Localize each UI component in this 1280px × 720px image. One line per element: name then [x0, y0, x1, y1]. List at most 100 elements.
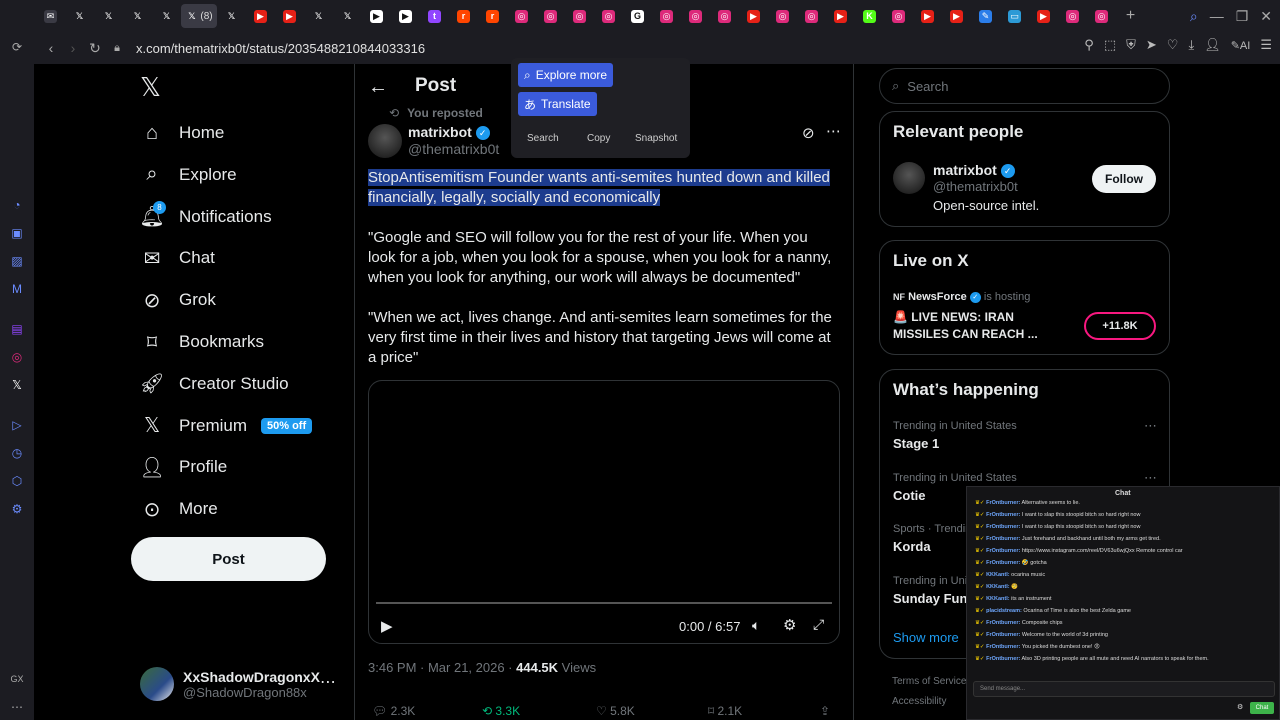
browser-tab[interactable]: ◎	[652, 4, 681, 28]
browser-tab[interactable]: t	[420, 4, 449, 28]
chat-settings-icon[interactable]: ⚙	[1237, 703, 1243, 711]
search-input[interactable]: Search	[907, 79, 948, 94]
chat-user[interactable]: FrOntburner:	[986, 644, 1020, 650]
translate-button[interactable]: あ Translate	[518, 92, 597, 116]
nav-item-bookmarks[interactable]: ⌑ Bookmarks	[140, 327, 264, 357]
account-switcher[interactable]: XxShadowDragonxX @ShadowDragon88x ⋯	[140, 664, 380, 704]
instagram-icon[interactable]: ◎	[8, 348, 26, 366]
chat-user[interactable]: FrOntburner:	[986, 620, 1020, 626]
browser-tab[interactable]: 𝕏	[333, 4, 362, 28]
m-app-icon[interactable]: M	[8, 280, 26, 298]
browser-tab[interactable]: 𝕏	[123, 4, 152, 28]
popup-copy-button[interactable]: Copy	[587, 133, 610, 144]
post-more-icon[interactable]: ⋯	[826, 122, 841, 140]
reload-icon[interactable]: ⟳	[8, 38, 26, 56]
nav-item-chat[interactable]: ✉ Chat	[140, 243, 215, 273]
nav-item-profile[interactable]: 👤︎ Profile	[139, 452, 227, 482]
new-tab-icon[interactable]: +	[1116, 4, 1145, 28]
author-handle[interactable]: @thematrixb0t	[408, 141, 499, 157]
post-button[interactable]: Post	[131, 537, 326, 581]
bookmark-button[interactable]: ⌑ 2.1K	[708, 704, 742, 718]
browser-tab[interactable]: 𝕏	[94, 4, 123, 28]
repost-button[interactable]: ⟲ 3.3K	[482, 704, 520, 718]
restore-icon[interactable]: ❐	[1236, 8, 1249, 25]
browser-tab[interactable]: ▶	[362, 4, 391, 28]
ai-icon[interactable]: ✎AI	[1231, 39, 1251, 52]
browser-tab[interactable]: ◎	[594, 4, 623, 28]
account-more-icon[interactable]: ⋯	[320, 672, 336, 692]
video-progress-bar[interactable]	[376, 602, 832, 604]
browser-tab[interactable]: G	[623, 4, 652, 28]
browser-tab[interactable]: r	[478, 4, 507, 28]
browser-tab[interactable]: 𝕏	[152, 4, 181, 28]
footer-accessibility-link[interactable]: Accessibility	[892, 696, 946, 707]
browser-tab[interactable]: ◎	[797, 4, 826, 28]
popup-search-button[interactable]: Search	[527, 133, 559, 144]
browser-tab[interactable]: ◎	[710, 4, 739, 28]
follow-button[interactable]: Follow	[1092, 165, 1156, 193]
chat-user[interactable]: FrOntburner:	[986, 656, 1020, 662]
reply-button[interactable]: 💬︎ 2.3K	[372, 704, 415, 718]
more-dots-icon[interactable]: ⋯	[8, 698, 26, 716]
browser-tab[interactable]: ◎	[681, 4, 710, 28]
minimize-icon[interactable]: —	[1210, 8, 1224, 24]
chat-user[interactable]: FrOntburner:	[986, 548, 1020, 554]
browser-tab[interactable]: ▶	[826, 4, 855, 28]
nav-item-premium[interactable]: 𝕏 Premium 50% off	[140, 411, 313, 441]
browser-tab[interactable]: ▶	[739, 4, 768, 28]
close-window-icon[interactable]: ✕	[1260, 8, 1272, 25]
chat-user[interactable]: KKKantl:	[986, 596, 1010, 602]
url-field[interactable]: x.com/thematrixb0t/status/20354882108440…	[136, 41, 425, 56]
reload-page-icon[interactable]: ↻	[84, 37, 106, 59]
aria-icon[interactable]: ◔	[8, 196, 26, 214]
browser-tab[interactable]: ◎	[507, 4, 536, 28]
chat-user[interactable]: FrOntburner:	[986, 500, 1020, 506]
live-host[interactable]: NewsForce	[908, 291, 967, 303]
relevant-name[interactable]: matrixbot	[933, 162, 997, 178]
browser-tab[interactable]: 𝕏	[304, 4, 333, 28]
live-headline[interactable]: 🚨 LIVE NEWS: IRAN MISSILES CAN REACH ...	[893, 309, 1038, 343]
browser-tab[interactable]: ▶	[246, 4, 275, 28]
twitch-icon[interactable]: ▤	[8, 320, 26, 338]
browser-tab[interactable]: ◎	[884, 4, 913, 28]
chat-send-button[interactable]: Chat	[1250, 702, 1274, 714]
browser-tab[interactable]: K	[855, 4, 884, 28]
nav-item-more[interactable]: ⊙ More	[140, 494, 218, 524]
footer-terms-link[interactable]: Terms of Service	[892, 676, 966, 687]
image-icon[interactable]: ▨	[8, 252, 26, 270]
x-logo-icon[interactable]: 𝕏	[140, 72, 161, 103]
browser-tab[interactable]: ◎	[768, 4, 797, 28]
play-icon[interactable]: ▶	[381, 617, 393, 635]
browser-tab[interactable]: 𝕏	[65, 4, 94, 28]
popup-snapshot-button[interactable]: Snapshot	[635, 133, 677, 144]
back-icon[interactable]: ‹	[40, 37, 62, 59]
chat-user[interactable]: FrOntburner:	[986, 512, 1020, 518]
shield-icon[interactable]: ⛨	[1126, 37, 1136, 53]
nav-item-grok[interactable]: ⊘ Grok	[140, 285, 216, 315]
video-settings-icon[interactable]: ⚙	[783, 616, 796, 634]
browser-tab[interactable]: ✎	[971, 4, 1000, 28]
chat-input[interactable]: Send message...	[973, 681, 1275, 697]
nav-item-creator-studio[interactable]: 🚀︎ Creator Studio	[139, 369, 288, 399]
snapshot-icon[interactable]: ⬚	[1104, 37, 1116, 53]
live-listener-count[interactable]: +11.8K	[1084, 312, 1156, 340]
chat-user[interactable]: placidstream:	[986, 608, 1022, 614]
show-more-link[interactable]: Show more	[893, 630, 959, 645]
trend-more-icon[interactable]: ⋯	[1144, 470, 1157, 486]
assistant-icon[interactable]: ▣	[8, 224, 26, 242]
send-icon[interactable]: ➤	[1146, 37, 1157, 53]
browser-tab[interactable]: ◎	[565, 4, 594, 28]
download-icon[interactable]: ⤓	[1188, 37, 1194, 53]
like-button[interactable]: ♡ 5.8K	[596, 704, 635, 718]
back-arrow-icon[interactable]: ←	[368, 76, 388, 99]
browser-tab[interactable]: ▭	[1000, 4, 1029, 28]
explore-more-button[interactable]: ⌕ Explore more	[518, 63, 614, 87]
menu-icon[interactable]: ☰	[1260, 37, 1272, 53]
gx-icon[interactable]: GX	[8, 670, 26, 688]
browser-tab[interactable]: ▶	[1029, 4, 1058, 28]
heart-icon[interactable]: ♡	[1167, 37, 1179, 53]
browser-tab[interactable]: ◎	[1087, 4, 1116, 28]
nav-item-explore[interactable]: ⌕ Explore	[140, 160, 236, 190]
volume-icon[interactable]: 🔈︎	[752, 617, 760, 634]
nav-item-notifications[interactable]: 🔔︎ 8 Notifications	[139, 200, 272, 232]
